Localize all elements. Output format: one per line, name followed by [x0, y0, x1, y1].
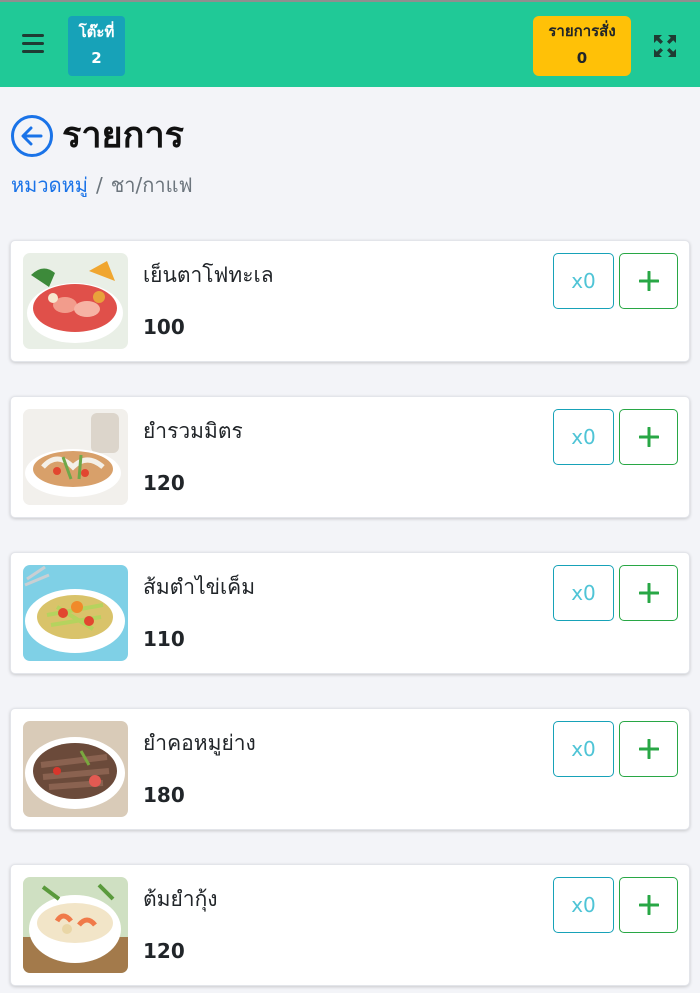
quantity-button[interactable]: x0: [553, 253, 614, 309]
add-item-button[interactable]: [619, 253, 678, 309]
quantity-button[interactable]: x0: [553, 721, 614, 777]
item-price: 120: [143, 939, 185, 963]
fullscreen-button[interactable]: [652, 33, 678, 59]
plus-icon: [639, 739, 659, 759]
page-title: รายการ: [62, 115, 184, 156]
menu-item-card: ส้มตำไข่เค็ม 110 x0: [10, 552, 690, 674]
breadcrumb: หมวดหมู่ / ชา/กาแฟ: [11, 171, 193, 199]
table-number-badge: โต๊ะที่ 2: [68, 16, 125, 76]
menu-item-card: ยำรวมมิตร 120 x0: [10, 396, 690, 518]
order-count: 0: [576, 49, 588, 67]
menu-item-card: เย็นตาโฟทะเล 100 x0: [10, 240, 690, 362]
table-label: โต๊ะที่: [78, 23, 115, 41]
arrow-left-circle-icon: [11, 115, 53, 157]
item-name: ส้มตำไข่เค็ม: [143, 575, 256, 599]
menu-item-card: ยำคอหมูย่าง 180 x0: [10, 708, 690, 830]
item-price: 180: [143, 783, 185, 807]
item-price: 100: [143, 315, 185, 339]
item-price: 120: [143, 471, 185, 495]
food-image: [23, 565, 128, 661]
quantity-button[interactable]: x0: [553, 565, 614, 621]
food-image: [23, 409, 128, 505]
plus-icon: [639, 271, 659, 291]
item-price: 110: [143, 627, 185, 651]
hamburger-icon: [22, 34, 44, 37]
food-image: [23, 253, 128, 349]
menu-item-card: ต้มยำกุ้ง 120 x0: [10, 864, 690, 986]
plus-icon: [639, 583, 659, 603]
plus-icon: [639, 895, 659, 915]
quantity-button[interactable]: x0: [553, 409, 614, 465]
menu-toggle-button[interactable]: [22, 34, 44, 54]
item-name: เย็นตาโฟทะเล: [143, 263, 274, 287]
add-item-button[interactable]: [619, 409, 678, 465]
item-name: ต้มยำกุ้ง: [143, 887, 218, 911]
top-navbar: โต๊ะที่ 2 รายการสั่ง 0: [0, 0, 700, 87]
breadcrumb-category-link[interactable]: หมวดหมู่: [11, 173, 88, 197]
breadcrumb-separator: /: [95, 173, 103, 197]
expand-arrows-icon: [654, 35, 676, 57]
food-image: [23, 877, 128, 973]
add-item-button[interactable]: [619, 877, 678, 933]
food-image: [23, 721, 128, 817]
breadcrumb-current: ชา/กาแฟ: [110, 173, 193, 197]
add-item-button[interactable]: [619, 721, 678, 777]
order-list-label: รายการสั่ง: [548, 22, 616, 40]
plus-icon: [639, 427, 659, 447]
item-name: ยำคอหมูย่าง: [143, 731, 256, 755]
item-name: ยำรวมมิตร: [143, 419, 243, 443]
order-list-button[interactable]: รายการสั่ง 0: [533, 16, 631, 76]
back-button[interactable]: [10, 114, 54, 158]
quantity-button[interactable]: x0: [553, 877, 614, 933]
table-number: 2: [91, 49, 102, 67]
add-item-button[interactable]: [619, 565, 678, 621]
